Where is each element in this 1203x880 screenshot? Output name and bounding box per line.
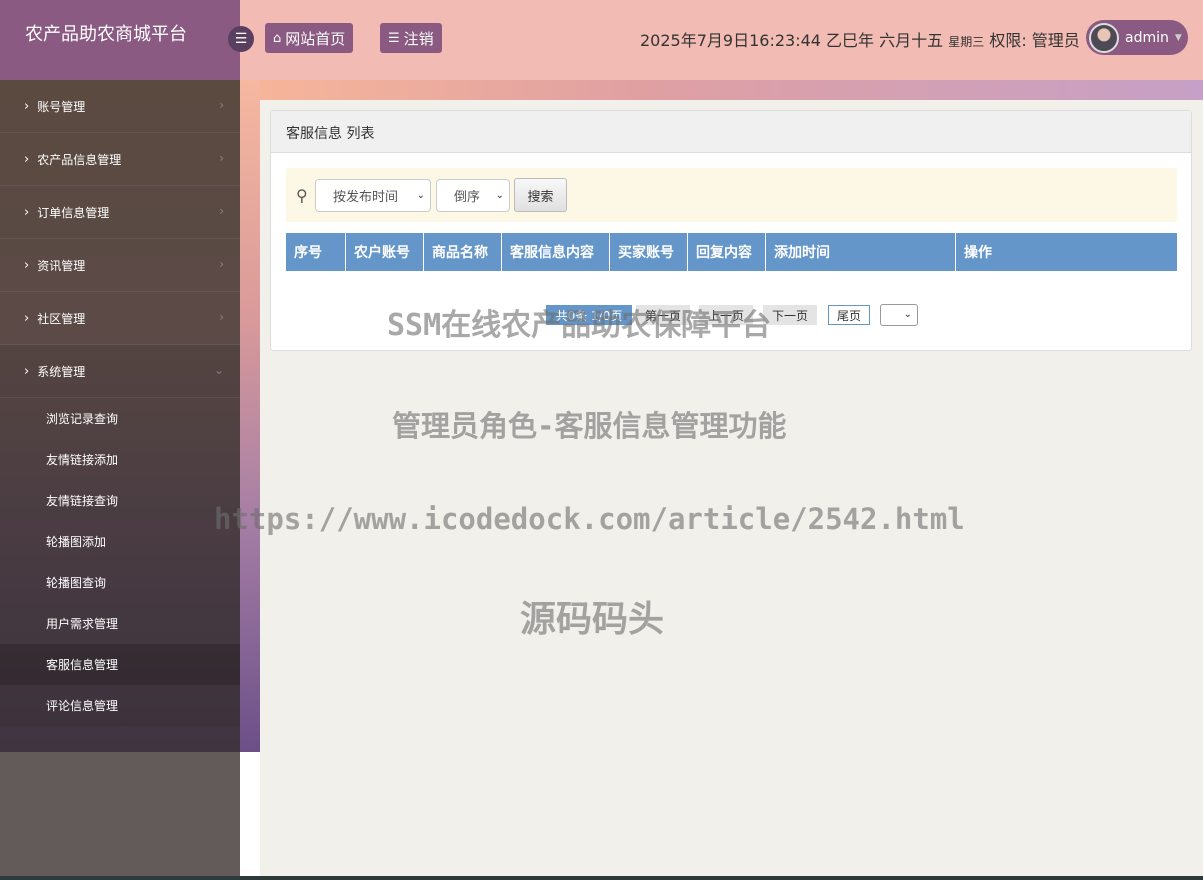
decorative-strip: [240, 80, 260, 752]
chevron-right-icon: ›: [219, 257, 224, 271]
sort-order-select[interactable]: 倒序 ⌄: [436, 179, 510, 212]
column-header: 序号: [286, 233, 346, 271]
search-icon: ⚲: [296, 186, 308, 205]
decorative-strip-bottom: [240, 752, 260, 880]
chevron-right-icon: ›: [24, 310, 30, 326]
sidebar-menu: › 账号管理 › › 农产品信息管理 › › 订单信息管理 › › 资讯管理 ›…: [0, 80, 240, 752]
header-info: 2025年7月9日16:23:44 乙巳年 六月十五 星期三 权限: 管理员: [640, 27, 1080, 51]
chevron-right-icon: ›: [24, 98, 30, 114]
sort-field-value: 按发布时间: [333, 190, 399, 205]
search-button[interactable]: 搜索: [514, 178, 567, 212]
chevron-right-icon: ›: [24, 204, 30, 220]
header-banner: [260, 80, 1203, 100]
sidebar-item-label: 社区管理: [37, 311, 86, 326]
column-header: 操作: [964, 245, 992, 261]
sidebar-item-label: 系统管理: [37, 364, 86, 379]
column-header: 添加时间: [766, 233, 956, 271]
sidebar-subitem-customer-service[interactable]: 客服信息管理: [0, 644, 240, 685]
menu-toggle-button[interactable]: ☰: [228, 26, 254, 52]
sidebar-submenu: 浏览记录查询 友情链接添加 友情链接查询 轮播图添加 轮播图查询 用户需求管理 …: [0, 398, 240, 726]
top-header: ☰ ⌂ 网站首页 ☰ 注销 2025年7月9日16:23:44 乙巳年 六月十五…: [228, 0, 1203, 80]
role-text: 权限: 管理员: [989, 31, 1080, 50]
sidebar: 农产品助农商城平台 › 账号管理 › › 农产品信息管理 › › 订单信息管理 …: [0, 0, 240, 880]
sidebar-item-products[interactable]: › 农产品信息管理 ›: [0, 133, 240, 186]
sidebar-subitem-browse-log[interactable]: 浏览记录查询: [0, 398, 240, 439]
sidebar-subitem-user-demand[interactable]: 用户需求管理: [0, 603, 240, 644]
sidebar-subitem-carousel-query[interactable]: 轮播图查询: [0, 562, 240, 603]
column-header: 商品名称: [424, 233, 502, 271]
sidebar-subitem-comments[interactable]: 评论信息管理: [0, 685, 240, 726]
hamburger-icon: ☰: [234, 31, 248, 47]
sidebar-item-system[interactable]: › 系统管理 ⌄: [0, 345, 240, 398]
page-select[interactable]: ⌄: [880, 304, 918, 326]
table-header: 序号 农户账号 商品名称 客服信息内容 买家账号 回复内容 添加时间 操作: [286, 233, 1177, 271]
caret-down-icon: ▼: [1174, 32, 1182, 43]
column-header: 买家账号: [610, 233, 688, 271]
chevron-right-icon: ›: [219, 204, 224, 218]
sidebar-subitem-carousel-add[interactable]: 轮播图添加: [0, 521, 240, 562]
logout-button[interactable]: ☰ 注销: [380, 23, 442, 53]
sidebar-item-label: 农产品信息管理: [37, 152, 122, 167]
chevron-down-icon: ⌄: [903, 309, 912, 320]
home-icon: ⌂: [273, 30, 282, 46]
avatar: [1089, 22, 1119, 53]
watermark-url: https://www.icodedock.com/article/2542.h…: [214, 502, 965, 536]
sidebar-item-label: 订单信息管理: [37, 205, 110, 220]
chevron-right-icon: ›: [219, 151, 224, 165]
sidebar-item-orders[interactable]: › 订单信息管理 ›: [0, 186, 240, 239]
chevron-right-icon: ›: [24, 151, 30, 167]
chevron-down-icon: ⌄: [213, 363, 224, 377]
chevron-down-icon: ⌄: [495, 190, 504, 201]
brand-title: 农产品助农商城平台: [0, 0, 240, 80]
main-content: 客服信息 列表 ⚲ 按发布时间 ⌄ 倒序 ⌄ 搜索 序号 农户账号 商品名称 客…: [260, 100, 1203, 880]
home-button[interactable]: ⌂ 网站首页: [265, 23, 354, 53]
column-header: 客服信息内容: [502, 233, 610, 271]
list-icon: ☰: [388, 30, 400, 46]
user-menu[interactable]: admin ▼: [1086, 20, 1188, 55]
logout-button-label: 注销: [403, 29, 434, 48]
watermark-subtitle: 管理员角色-客服信息管理功能: [392, 409, 787, 443]
sidebar-subitem-link-add[interactable]: 友情链接添加: [0, 439, 240, 480]
watermark-title: SSM在线农产品助农保障平台: [387, 308, 772, 343]
datetime-text: 2025年7月9日16:23:44 乙巳年 六月十五: [640, 31, 944, 50]
sort-field-select[interactable]: 按发布时间 ⌄: [315, 179, 431, 212]
sidebar-subitem-link-query[interactable]: 友情链接查询: [0, 480, 240, 521]
chevron-right-icon: ›: [219, 310, 224, 324]
home-button-label: 网站首页: [285, 29, 346, 48]
column-header: 农户账号: [346, 233, 424, 271]
sidebar-item-news[interactable]: › 资讯管理 ›: [0, 239, 240, 292]
chevron-right-icon: ›: [219, 98, 224, 112]
sidebar-item-label: 账号管理: [37, 99, 86, 114]
panel-title: 客服信息 列表: [271, 111, 1191, 153]
sidebar-item-label: 资讯管理: [37, 258, 86, 273]
sidebar-item-community[interactable]: › 社区管理 ›: [0, 292, 240, 345]
sidebar-item-account[interactable]: › 账号管理 ›: [0, 80, 240, 133]
watermark-source: 源码码头: [520, 599, 665, 640]
chevron-right-icon: ›: [24, 363, 30, 379]
chevron-right-icon: ›: [24, 257, 30, 273]
weekday-text: 星期三: [948, 35, 985, 49]
bottom-bar: [0, 876, 1203, 880]
column-header: 回复内容: [688, 233, 766, 271]
username: admin: [1125, 29, 1169, 46]
chevron-down-icon: ⌄: [416, 190, 425, 201]
last-page-button[interactable]: 尾页: [828, 305, 870, 325]
sort-order-value: 倒序: [454, 190, 481, 205]
search-bar: ⚲ 按发布时间 ⌄ 倒序 ⌄ 搜索: [286, 168, 1177, 222]
